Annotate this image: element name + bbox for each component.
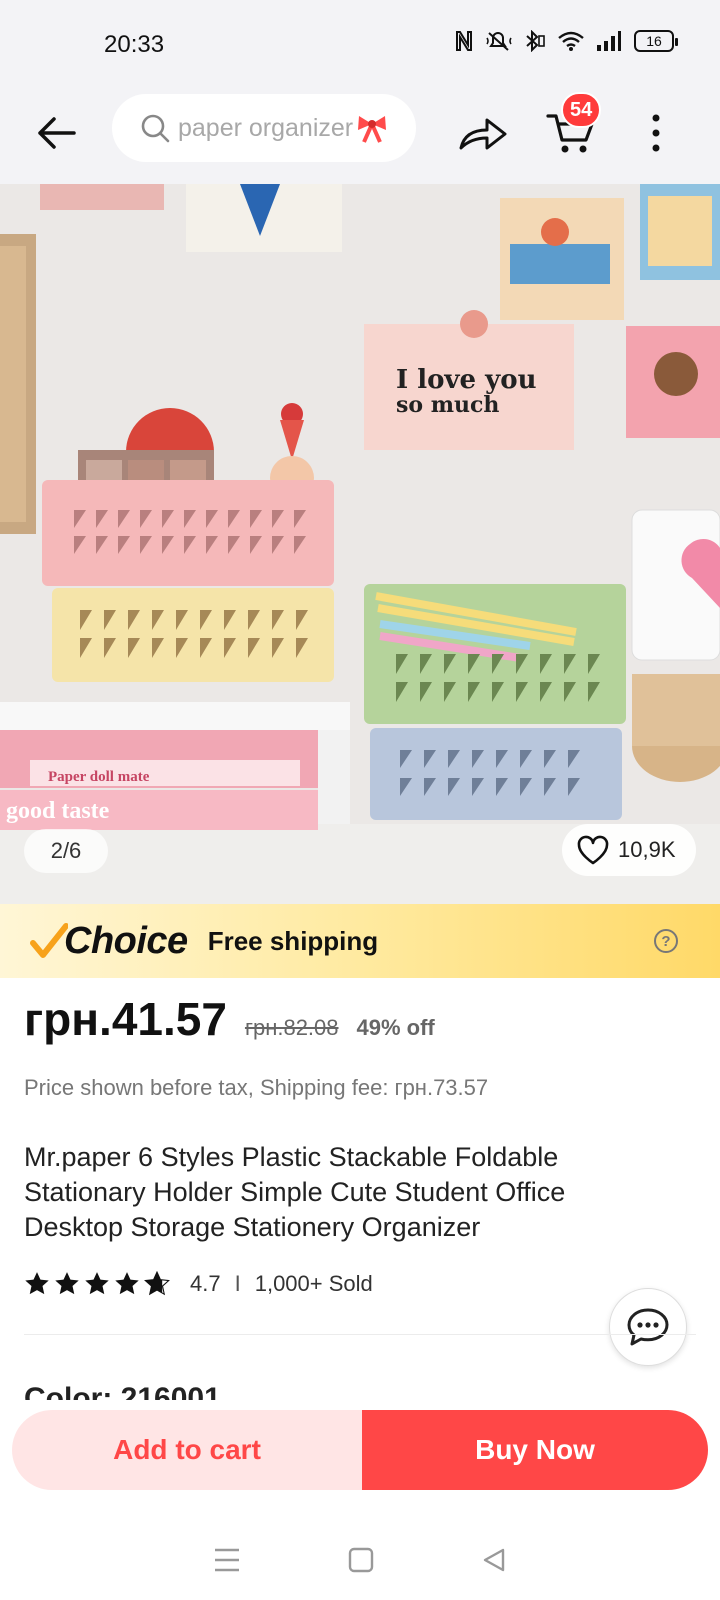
- choice-brand: Choice: [64, 919, 188, 962]
- cart-count-badge: 54: [561, 92, 602, 128]
- sold-count: 1,000+ Sold: [254, 1271, 373, 1296]
- book-title-2: good taste: [6, 798, 110, 824]
- postcard-text-1: I love you: [396, 365, 537, 395]
- help-icon[interactable]: ?: [654, 929, 678, 953]
- top-bar: paper organizer 54: [0, 90, 720, 184]
- product-image-carousel[interactable]: I love you so much Paper doll mate good …: [0, 184, 720, 904]
- wifi-icon: [558, 31, 584, 51]
- product-photo: I love you so much Paper doll mate good …: [0, 184, 720, 904]
- likes-count: 10,9K: [618, 837, 676, 862]
- add-to-cart-button[interactable]: Add to cart: [12, 1410, 362, 1490]
- chat-button[interactable]: [609, 1288, 687, 1366]
- nfc-icon: [456, 31, 472, 51]
- star-icon: [115, 1272, 139, 1295]
- heart-icon: [577, 835, 609, 865]
- rating-stars: [24, 1271, 170, 1297]
- search-placeholder: paper organizer: [178, 113, 354, 142]
- more-options-icon[interactable]: [643, 110, 669, 156]
- section-divider: [24, 1334, 696, 1335]
- home-icon[interactable]: [348, 1547, 374, 1573]
- mute-icon: [486, 32, 512, 51]
- image-pager: 2/6: [24, 829, 108, 873]
- rating-row[interactable]: 4.7 I 1,000+ Sold: [24, 1271, 373, 1297]
- back-nav-icon[interactable]: [481, 1547, 507, 1573]
- original-price: грн.82.08: [244, 1015, 339, 1040]
- star-icon: [85, 1272, 109, 1295]
- battery-icon: 16: [634, 30, 678, 52]
- half-star-icon: [144, 1271, 170, 1296]
- book-title-1: Paper doll mate: [48, 769, 150, 785]
- star-icon: [25, 1272, 49, 1295]
- wishlist-button[interactable]: 10,9K: [562, 824, 696, 876]
- color-selector[interactable]: Color: 216001: [24, 1382, 221, 1400]
- status-bar: 20:33 16: [0, 0, 720, 90]
- signal-icon: [597, 31, 621, 51]
- search-icon: [141, 114, 170, 143]
- discount-label: 49% off: [356, 1015, 435, 1040]
- status-icons: 16: [454, 30, 678, 52]
- choice-check-icon: [30, 923, 68, 958]
- back-arrow-icon[interactable]: [34, 110, 80, 156]
- bluetooth-icon: [526, 30, 545, 52]
- postcard-text-2: so much: [396, 392, 499, 418]
- gift-bow-icon: [358, 116, 387, 143]
- choice-banner[interactable]: Choice Free shipping ?: [0, 904, 720, 978]
- battery-level: 16: [646, 33, 662, 49]
- chat-bubble-icon: [627, 1308, 669, 1346]
- menu-icon[interactable]: [213, 1547, 241, 1573]
- rating-separator: I: [234, 1271, 241, 1296]
- rating-value: 4.7: [190, 1271, 221, 1296]
- purchase-actions: Add to cart Buy Now: [12, 1410, 708, 1490]
- buy-now-button[interactable]: Buy Now: [362, 1410, 708, 1490]
- price-row: грн.41.57 грн.82.08 49% off: [24, 992, 435, 1046]
- system-nav-bar: [0, 1520, 720, 1600]
- tax-shipping-note: Price shown before tax, Shipping fee: гр…: [24, 1075, 489, 1100]
- free-shipping-label: Free shipping: [207, 925, 379, 956]
- share-icon[interactable]: [458, 110, 508, 154]
- search-input[interactable]: paper organizer: [112, 94, 416, 162]
- product-title: Mr.paper 6 Styles Plastic Stackable Fold…: [24, 1142, 566, 1242]
- status-time: 20:33: [104, 31, 165, 58]
- current-price: грн.41.57: [24, 993, 227, 1045]
- star-icon: [55, 1272, 79, 1295]
